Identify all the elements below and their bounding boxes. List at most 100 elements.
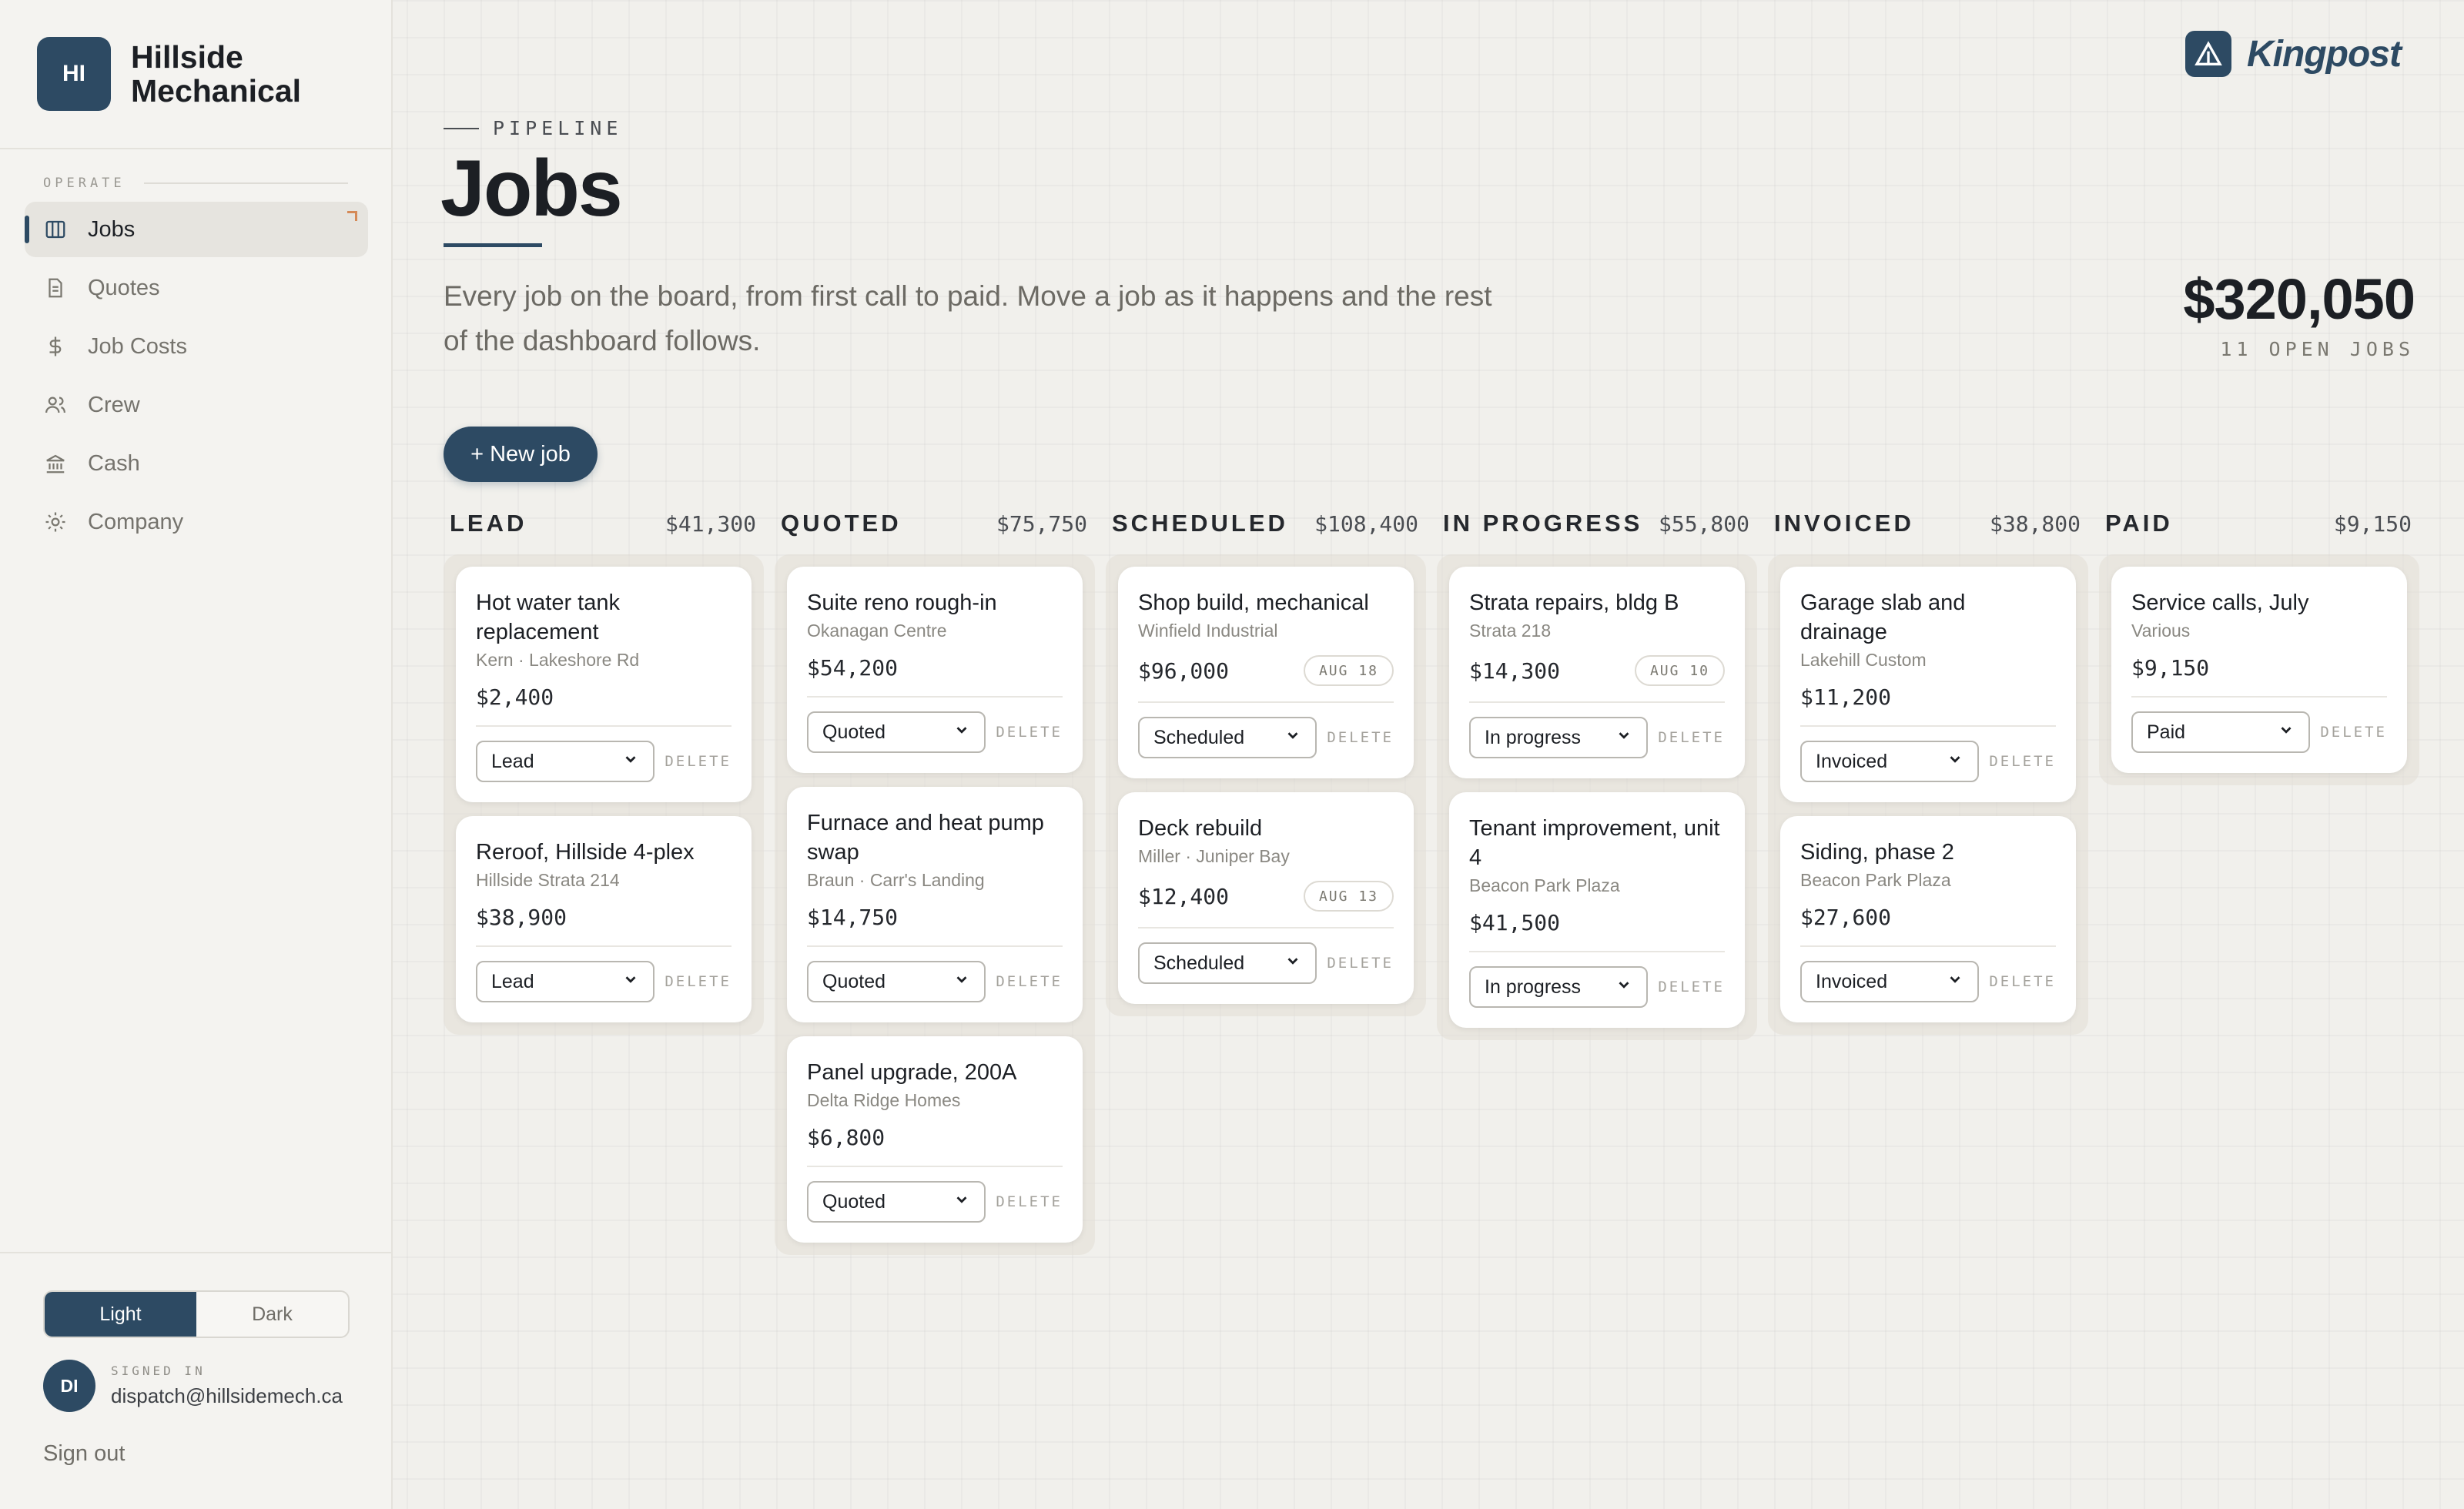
column-total: $9,150 xyxy=(2333,510,2412,537)
job-card[interactable]: Tenant improvement, unit 4 Beacon Park Pl… xyxy=(1449,792,1745,1028)
job-amount: $27,600 xyxy=(1800,905,1892,930)
theme-light-option[interactable]: Light xyxy=(45,1292,196,1337)
new-job-button[interactable]: + New job xyxy=(444,427,598,482)
job-status-select[interactable]: Invoiced xyxy=(1800,741,1979,782)
job-card[interactable]: Strata repairs, bldg B Strata 218 $14,300 A… xyxy=(1449,567,1745,778)
job-amount: $6,800 xyxy=(807,1125,886,1150)
chevron-down-icon xyxy=(1284,952,1301,975)
job-actions: In progress DELETE xyxy=(1469,717,1725,758)
column-total: $75,750 xyxy=(996,510,1087,537)
pipeline-total: $320,050 11 OPEN JOBS xyxy=(2183,266,2415,360)
job-client: Braun · Carr's Landing xyxy=(807,870,985,890)
delete-job-button[interactable]: DELETE xyxy=(1658,979,1725,995)
chevron-down-icon xyxy=(953,1191,970,1213)
job-status-select[interactable]: Lead xyxy=(476,741,654,782)
delete-job-button[interactable]: DELETE xyxy=(1327,955,1394,972)
job-actions: Scheduled DELETE xyxy=(1138,942,1394,984)
delete-job-button[interactable]: DELETE xyxy=(1327,729,1394,746)
job-client: Okanagan Centre xyxy=(807,621,947,641)
job-title: Panel upgrade, 200A xyxy=(807,1060,1017,1085)
column-header: QUOTED $75,750 xyxy=(781,507,1087,540)
job-card[interactable]: Hot water tank replacement Kern · Lakesho… xyxy=(456,567,752,802)
job-card[interactable]: Reroof, Hillside 4-plex Hillside Strata 2… xyxy=(456,816,752,1022)
job-card[interactable]: Furnace and heat pump swap Braun · Carr's… xyxy=(787,787,1083,1022)
job-card[interactable]: Suite reno rough-in Okanagan Centre $54,20… xyxy=(787,567,1083,773)
delete-job-button[interactable]: DELETE xyxy=(2320,724,2387,741)
column-total: $108,400 xyxy=(1314,510,1418,537)
column-title: LEAD xyxy=(450,510,527,537)
delete-job-button[interactable]: DELETE xyxy=(996,1193,1063,1210)
chevron-down-icon xyxy=(1615,727,1632,749)
job-title: Suite reno rough-in xyxy=(807,591,997,615)
job-status-select[interactable]: Lead xyxy=(476,961,654,1002)
card-divider xyxy=(1800,945,2056,947)
sidebar-item-company[interactable]: Company xyxy=(25,494,368,550)
job-client: Kern · Lakeshore Rd xyxy=(476,650,640,670)
card-divider xyxy=(1138,927,1394,928)
job-status-select[interactable]: Paid xyxy=(2131,711,2310,753)
page-title: Jobs xyxy=(440,144,623,233)
sidebar-item-cash[interactable]: Cash xyxy=(25,436,368,491)
chevron-down-icon xyxy=(1947,751,1964,773)
job-status-select[interactable]: Quoted xyxy=(807,1181,986,1223)
job-status-select[interactable]: Scheduled xyxy=(1138,942,1317,984)
job-card[interactable]: Panel upgrade, 200A Delta Ridge Homes $6,8… xyxy=(787,1036,1083,1243)
column-header: IN PROGRESS $55,800 xyxy=(1443,507,1749,540)
delete-job-button[interactable]: DELETE xyxy=(1989,753,2056,770)
sidebar-item-label: Quotes xyxy=(88,275,160,300)
job-status-value: Invoiced xyxy=(1816,750,1888,772)
column-body: Hot water tank replacement Kern · Lakesho… xyxy=(444,554,764,1035)
job-card[interactable]: Shop build, mechanical Winfield Industria… xyxy=(1118,567,1414,778)
sidebar-item-quotes[interactable]: Quotes xyxy=(25,260,368,316)
delete-job-button[interactable]: DELETE xyxy=(996,724,1063,741)
job-card[interactable]: Siding, phase 2 Beacon Park Plaza $27,600 I… xyxy=(1780,816,2076,1022)
eyebrow-rule xyxy=(444,127,479,129)
theme-dark-option[interactable]: Dark xyxy=(196,1292,348,1337)
chevron-down-icon xyxy=(2278,721,2295,744)
job-client: Beacon Park Plaza xyxy=(1800,870,1951,890)
job-meta: $2,400 xyxy=(476,684,732,710)
open-jobs-count: 11 OPEN JOBS xyxy=(2220,338,2415,360)
job-meta: $54,200 xyxy=(807,655,1063,681)
delete-job-button[interactable]: DELETE xyxy=(1989,973,2056,990)
card-divider xyxy=(476,725,732,727)
company-brand[interactable]: HI Hillside Mechanical xyxy=(37,37,354,111)
job-status-select[interactable]: Invoiced xyxy=(1800,961,1979,1002)
job-actions: Quoted DELETE xyxy=(807,961,1063,1002)
column-header: LEAD $41,300 xyxy=(450,507,756,540)
column-body: Strata repairs, bldg B Strata 218 $14,300 A… xyxy=(1437,554,1757,1040)
sign-out-link[interactable]: Sign out xyxy=(43,1441,125,1467)
column-body: Garage slab and drainage Lakehill Custom $… xyxy=(1768,554,2088,1035)
nav-section-rule xyxy=(143,182,348,184)
job-card[interactable]: Deck rebuild Miller · Juniper Bay $12,400 A… xyxy=(1118,792,1414,1004)
job-amount: $96,000 xyxy=(1138,657,1230,684)
job-client: Winfield Industrial xyxy=(1138,621,1278,641)
nav-section-header: OPERATE xyxy=(43,176,348,191)
delete-job-button[interactable]: DELETE xyxy=(665,973,732,990)
job-meta: $27,600 xyxy=(1800,905,2056,930)
job-status-select[interactable]: Scheduled xyxy=(1138,717,1317,758)
job-status-select[interactable]: Quoted xyxy=(807,961,986,1002)
column-body: Service calls, July Various $9,150 Paid DELE… xyxy=(2099,554,2419,785)
delete-job-button[interactable]: DELETE xyxy=(665,753,732,770)
sidebar-item-crew[interactable]: Crew xyxy=(25,377,368,433)
logo-mark-icon xyxy=(2185,31,2231,77)
sidebar-item-job-costs[interactable]: Job Costs xyxy=(25,319,368,374)
sidebar-item-jobs[interactable]: Jobs xyxy=(25,202,368,257)
job-status-select[interactable]: In progress xyxy=(1469,966,1648,1008)
delete-job-button[interactable]: DELETE xyxy=(1658,729,1725,746)
job-meta: $9,150 xyxy=(2131,655,2387,681)
delete-job-button[interactable]: DELETE xyxy=(996,973,1063,990)
job-amount: $12,400 xyxy=(1138,883,1230,909)
chevron-down-icon xyxy=(953,971,970,993)
column-body: Suite reno rough-in Okanagan Centre $54,20… xyxy=(775,554,1095,1255)
job-card[interactable]: Garage slab and drainage Lakehill Custom $… xyxy=(1780,567,2076,802)
columns-icon xyxy=(43,217,68,242)
job-card[interactable]: Service calls, July Various $9,150 Paid DELE… xyxy=(2111,567,2407,773)
job-status-select[interactable]: In progress xyxy=(1469,717,1648,758)
job-status-select[interactable]: Quoted xyxy=(807,711,986,753)
sidebar-divider xyxy=(0,148,393,149)
sidebar-footer-divider xyxy=(0,1252,393,1253)
job-client: Beacon Park Plaza xyxy=(1469,875,1620,895)
gear-icon xyxy=(43,510,68,534)
